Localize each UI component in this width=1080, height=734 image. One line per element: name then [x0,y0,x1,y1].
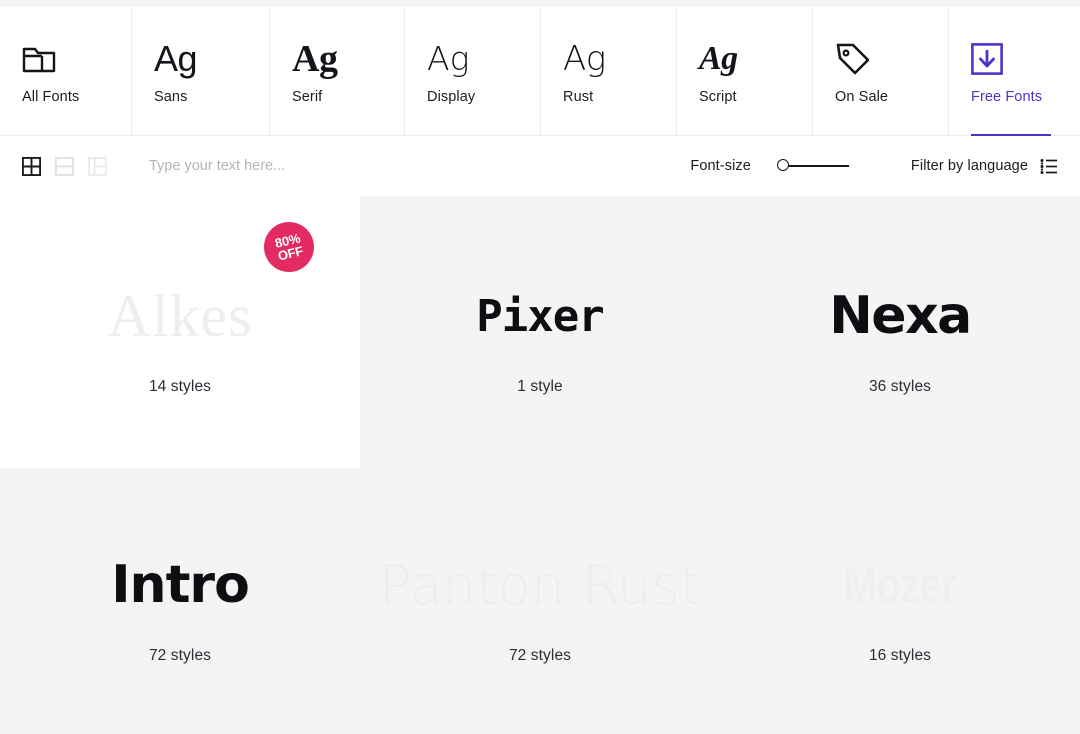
ag-display-icon-glyph: Ag [427,39,470,78]
font-card[interactable]: Mozer 16 styles [720,468,1080,734]
font-name: Pixer [476,290,604,342]
ag-script-icon: Ag [699,36,812,82]
tab-label: Script [699,89,737,105]
category-tabbar: All Fonts Ag Sans Ag Serif Ag Display Ag Rust Ag S… [0,7,1080,136]
style-count: 14 styles [148,378,212,395]
filter-by-language-label: Filter by language [910,158,1028,174]
font-specimen: Mozer [830,537,969,633]
tab-rust[interactable]: Ag Rust [540,7,676,135]
style-count: 72 styles [148,647,212,664]
tab-label: On Sale [835,89,889,105]
sale-badge-off: OFF [276,243,305,264]
font-specimen: Nexa [829,268,972,364]
font-name: Mozer [844,557,956,613]
toolbar-right-group: Font-size Filter by language [690,158,1058,175]
font-card[interactable]: Nexa 36 styles [720,196,1080,468]
tab-all-fonts[interactable]: All Fonts [0,7,131,135]
grid-view-icon[interactable] [22,156,41,176]
font-name: Intro [111,555,250,615]
font-marketplace-page: All Fonts Ag Sans Ag Serif Ag Display Ag Rust Ag S… [0,0,1080,734]
price-tag-icon [835,36,948,82]
font-card[interactable]: Panton Rust 72 styles [360,468,720,734]
font-size-label: Font-size [690,158,751,174]
slider-knob[interactable] [776,159,789,171]
font-card[interactable]: Intro 72 styles [0,468,360,734]
font-name: Panton Rust [379,553,701,617]
font-name: Nexa [829,286,972,346]
ag-display-icon: Ag [427,36,540,82]
tab-serif[interactable]: Ag Serif [269,7,404,135]
tab-label: Free Fonts [971,89,1043,105]
tab-label: Sans [154,89,188,105]
font-card[interactable]: Pixer 1 style [360,196,720,468]
folder-icon [22,36,131,82]
ag-rust-icon-glyph: Ag [563,39,606,79]
font-specimen: Alkes [108,268,253,364]
font-card[interactable]: 80% OFF Alkes 14 styles [0,196,360,468]
preview-toolbar: Font-size Filter by language [0,136,1080,196]
top-edge-sliver [0,0,1080,7]
slider-track [782,165,849,167]
font-specimen: Pixer [476,268,604,364]
tab-script[interactable]: Ag Script [676,7,812,135]
search-input[interactable] [149,158,569,174]
ag-serif-icon: Ag [292,36,404,82]
tab-label: All Fonts [22,89,80,105]
tab-label: Serif [292,89,323,105]
split-view-icon[interactable] [88,156,107,176]
tab-on-sale[interactable]: On Sale [812,7,948,135]
tab-sans[interactable]: Ag Sans [131,7,269,135]
style-count: 36 styles [868,378,932,395]
style-count: 72 styles [508,647,572,664]
download-box-icon [971,36,1080,82]
tab-label: Rust [563,89,594,105]
ag-sans-icon: Ag [154,36,269,82]
preview-text-field [149,157,690,175]
tab-display[interactable]: Ag Display [404,7,540,135]
style-count: 16 styles [868,647,932,664]
font-specimen: Panton Rust [379,537,701,633]
ag-script-icon-glyph: Ag [699,40,738,77]
rows-view-icon[interactable] [55,156,74,176]
ag-serif-icon-glyph: Ag [292,38,338,80]
filter-list-icon[interactable] [1040,158,1058,175]
font-grid: 80% OFF Alkes 14 styles Pixer 1 style Nexa 36 s… [0,196,1080,734]
font-name: Alkes [107,282,253,349]
ag-rust-icon: Ag [563,36,676,82]
view-mode-group [22,156,107,176]
font-size-slider[interactable] [776,158,849,174]
sale-badge: 80% OFF [259,217,319,277]
style-count: 1 style [517,378,563,395]
ag-sans-icon-glyph: Ag [154,38,198,79]
font-specimen: Intro [111,537,250,633]
tab-label: Display [427,89,476,105]
tab-free-fonts[interactable]: Free Fonts [948,7,1080,136]
